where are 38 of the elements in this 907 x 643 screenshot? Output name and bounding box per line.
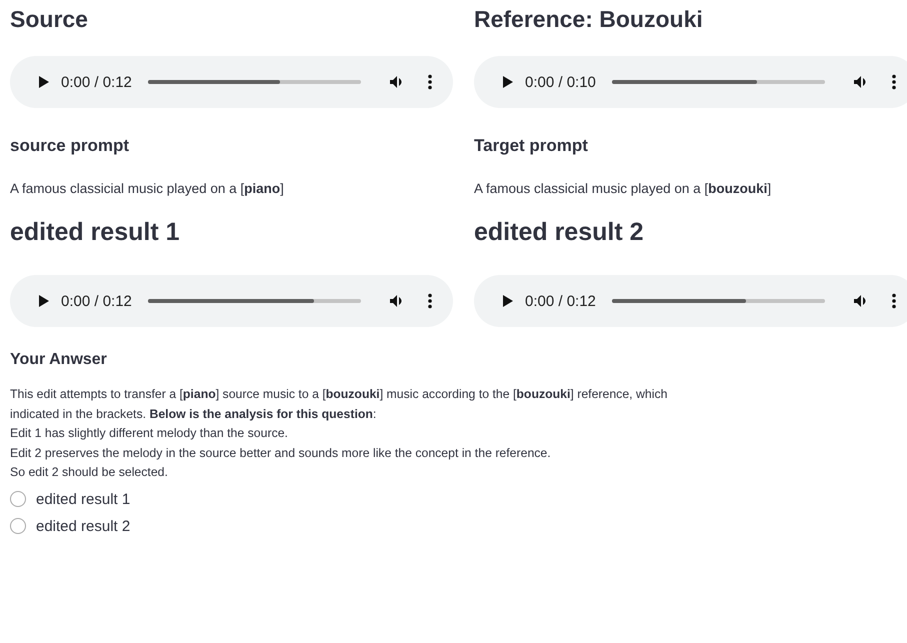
radio-option[interactable]: edited result 1 [10,490,907,508]
answer-text: So edit 2 should be selected. [10,464,169,481]
audio-player[interactable]: 0:00 / 0:10 [474,56,907,108]
time-display: 0:00 / 0:12 [525,292,596,310]
play-icon[interactable] [502,75,514,89]
answer-text: This edit attempts to transfer a [piano] source music to a [bouzouki] music according to the [bouzouki] reference, which [10,386,668,403]
play-icon[interactable] [38,294,50,308]
time-display: 0:00 / 0:12 [61,74,132,90]
section-title: Reference: Bouzouki [474,6,704,34]
answer-text: Edit 1 has slightly different melody than the source. [10,425,289,442]
audio-player[interactable]: 0:00 / 0:12 [474,275,907,327]
answer-text: indicated in the brackets. Below is the analysis for this question: [10,406,378,422]
more-options-icon[interactable] [891,74,897,90]
time-display: 0:00 / 0:12 [61,292,132,310]
radio-button[interactable] [10,518,26,534]
progress-track[interactable] [612,80,825,84]
progress-track[interactable] [148,80,361,84]
more-options-icon[interactable] [891,293,897,309]
more-options-icon[interactable] [427,293,433,309]
play-icon[interactable] [502,294,514,308]
audio-player[interactable]: 0:00 / 0:12 [10,275,453,327]
prompt-heading: source prompt [10,136,130,156]
radio-option[interactable]: edited result 2 [10,518,907,534]
time-display: 0:00 / 0:10 [525,74,596,90]
progress-track[interactable] [148,299,361,303]
section-title: edited result 1 [10,218,180,248]
prompt-heading: Target prompt [474,136,589,156]
audio-player[interactable]: 0:00 / 0:12 [10,56,453,108]
radio-button[interactable] [10,491,26,507]
answer-heading: Your Anwser [10,351,108,369]
section-title: Source [10,6,89,34]
more-options-icon[interactable] [427,74,433,90]
section-title: edited result 2 [474,218,644,248]
answer-text: Edit 2 preserves the melody in the source better and sounds more like the concept in the reference. [10,444,552,462]
play-icon[interactable] [38,75,50,89]
prompt-text: A famous classicial music played on a [piano] [10,181,285,196]
prompt-text: A famous classicial music played on a [bouzouki] [474,181,772,196]
progress-track[interactable] [612,299,825,303]
